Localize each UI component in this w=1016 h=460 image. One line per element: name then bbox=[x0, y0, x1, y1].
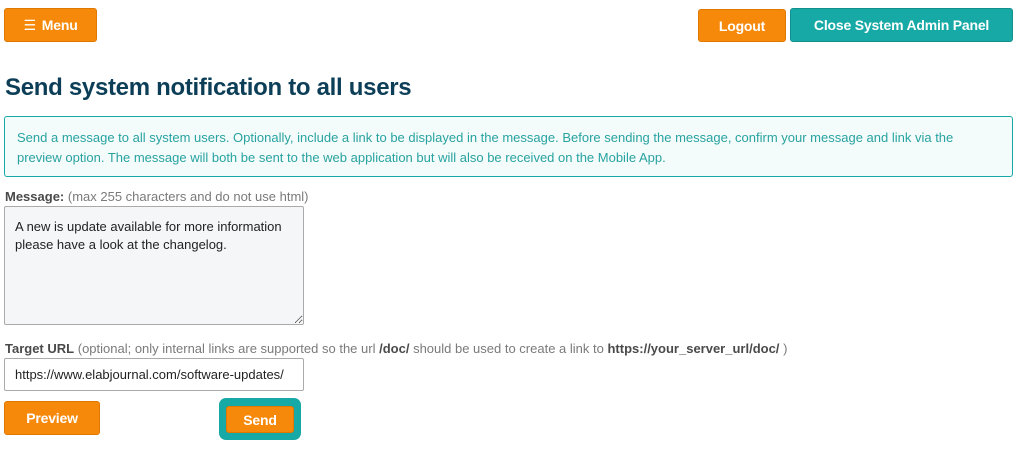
target-url-hint-2: should be used to create a link to bbox=[413, 341, 604, 356]
page-title: Send system notification to all users bbox=[5, 74, 412, 101]
target-url-hint-full: https://your_server_url/doc/ bbox=[607, 341, 780, 356]
message-label-hint: (max 255 characters and do not use html) bbox=[67, 189, 309, 204]
logout-button[interactable]: Logout bbox=[698, 9, 786, 42]
hamburger-icon: ☰ bbox=[23, 16, 36, 33]
menu-button[interactable]: ☰ Menu bbox=[4, 8, 97, 42]
target-url-hint-1: (optional; only internal links are suppo… bbox=[77, 341, 376, 356]
target-url-label-title: Target URL bbox=[5, 341, 75, 356]
target-url-hint-path: /doc/ bbox=[379, 341, 410, 356]
target-url-label: Target URL (optional; only internal link… bbox=[5, 341, 787, 356]
message-label-title: Message: bbox=[5, 189, 65, 204]
info-alert: Send a message to all system users. Opti… bbox=[4, 116, 1013, 177]
message-label: Message: (max 255 characters and do not … bbox=[5, 189, 309, 204]
send-button[interactable]: Send bbox=[226, 406, 294, 433]
menu-label: Menu bbox=[41, 17, 78, 33]
preview-button[interactable]: Preview bbox=[4, 401, 100, 435]
close-admin-panel-button[interactable]: Close System Admin Panel bbox=[790, 8, 1013, 42]
message-textarea[interactable]: A new is update available for more infor… bbox=[4, 206, 304, 325]
target-url-input[interactable] bbox=[4, 358, 304, 391]
target-url-hint-3: ) bbox=[783, 341, 788, 356]
